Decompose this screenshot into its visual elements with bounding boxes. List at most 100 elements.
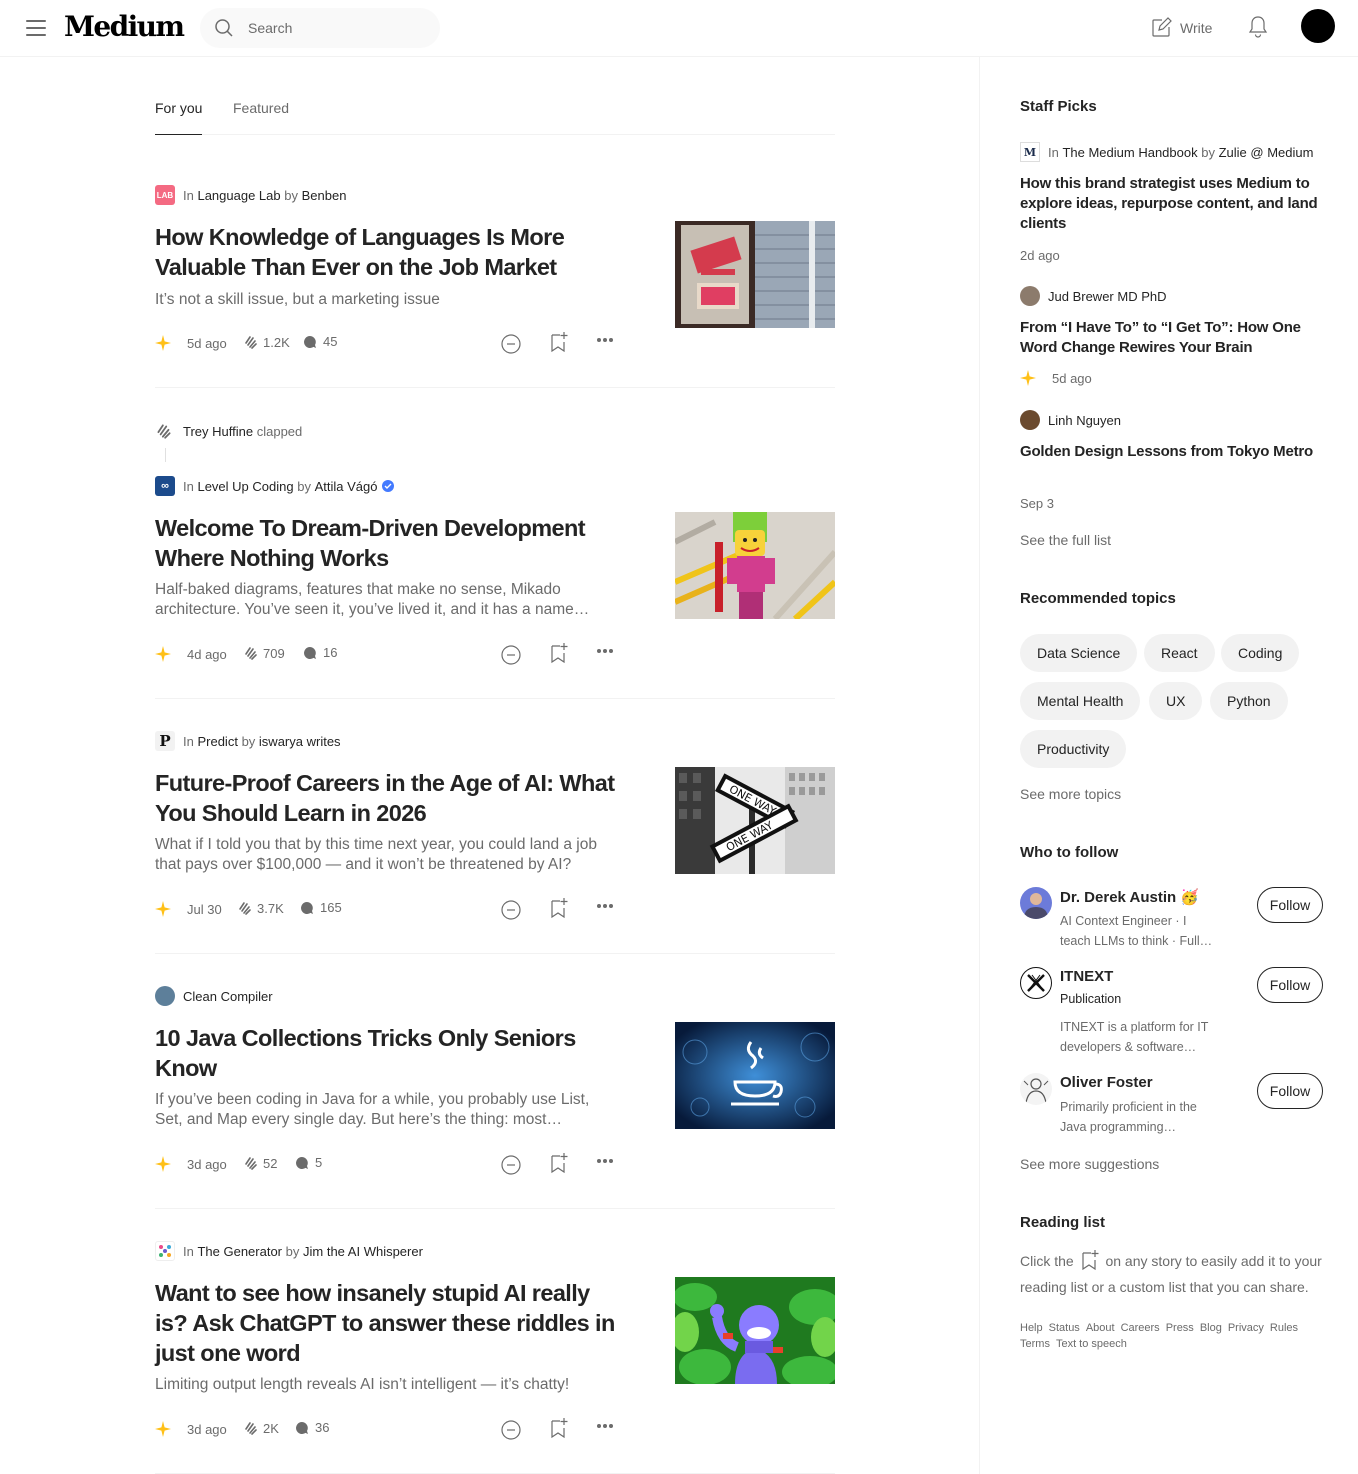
bookmark-add-icon[interactable] <box>549 897 569 919</box>
itnext-logo-icon[interactable] <box>1020 967 1052 999</box>
show-less-icon[interactable] <box>500 899 522 921</box>
clapper-name[interactable]: Trey Huffine <box>183 424 253 439</box>
footer-link-text-to-speech[interactable]: Text to speech <box>1056 1338 1127 1350</box>
footer-link-careers[interactable]: Careers <box>1121 1322 1160 1334</box>
author-name[interactable]: Zulie @ Medium <box>1219 145 1314 160</box>
footer-link-rules[interactable]: Rules <box>1270 1322 1298 1334</box>
staff-pick-title[interactable]: Golden Design Lessons from Tokyo Metro <box>1020 442 1320 462</box>
article-title[interactable]: Welcome To Dream-Driven Development Wher… <box>155 513 625 573</box>
footer-link-press[interactable]: Press <box>1166 1322 1194 1334</box>
article-meta: 3d ago 52 5 <box>155 1152 625 1176</box>
show-less-icon[interactable] <box>500 1419 522 1441</box>
follow-button[interactable]: Follow <box>1257 1073 1323 1109</box>
menu-icon[interactable] <box>26 20 46 36</box>
topic-chip[interactable]: Data Science <box>1020 634 1138 672</box>
article-subtitle[interactable]: Half-baked diagrams, features that make … <box>155 580 615 620</box>
clap-count[interactable]: 3.7K <box>237 900 284 916</box>
user-avatar[interactable] <box>1020 887 1052 919</box>
see-more-topics-link[interactable]: See more topics <box>1020 786 1121 802</box>
more-options-icon[interactable] <box>596 337 614 343</box>
see-full-list-link[interactable]: See the full list <box>1020 532 1111 548</box>
more-options-icon[interactable] <box>596 1423 614 1429</box>
more-options-icon[interactable] <box>596 648 614 654</box>
tab-featured[interactable]: Featured <box>233 100 289 135</box>
show-less-icon[interactable] <box>500 333 522 355</box>
author-name[interactable]: iswarya writes <box>259 734 341 749</box>
response-count[interactable]: 36 <box>295 1420 329 1435</box>
article-subtitle[interactable]: If you’ve been coding in Java for a whil… <box>155 1090 615 1130</box>
article-subtitle[interactable]: What if I told you that by this time nex… <box>155 835 615 875</box>
medium-logo[interactable]: Medium <box>64 10 185 43</box>
topic-chip[interactable]: Mental Health <box>1020 682 1141 720</box>
show-less-icon[interactable] <box>500 644 522 666</box>
footer-link-status[interactable]: Status <box>1049 1322 1080 1334</box>
user-avatar[interactable] <box>1020 1073 1052 1105</box>
publication-name[interactable]: The Generator <box>197 1244 282 1259</box>
write-button[interactable]: Write <box>1150 17 1212 39</box>
publication-name[interactable]: The Medium Handbook <box>1062 145 1197 160</box>
user-avatar[interactable] <box>1301 9 1335 43</box>
bookmark-add-icon[interactable] <box>549 1417 569 1439</box>
publication-logo-icon: P <box>155 731 175 751</box>
more-options-icon[interactable] <box>596 1158 614 1164</box>
follow-name[interactable]: ITNEXT <box>1060 968 1113 985</box>
article-title[interactable]: Future-Proof Careers in the Age of AI: W… <box>155 768 625 828</box>
footer-link-privacy[interactable]: Privacy <box>1228 1322 1264 1334</box>
tab-for-you[interactable]: For you <box>155 100 203 135</box>
footer-link-terms[interactable]: Terms <box>1020 1338 1050 1350</box>
article-thumbnail[interactable]: ONE WAY ONE WAY <box>675 767 835 874</box>
article-subtitle[interactable]: Limiting output length reveals AI isn’t … <box>155 1375 615 1395</box>
publication-name[interactable]: Predict <box>197 734 237 749</box>
publication-name[interactable]: Language Lab <box>197 188 280 203</box>
response-count[interactable]: 45 <box>303 334 337 349</box>
publication-name[interactable]: Level Up Coding <box>197 479 293 494</box>
more-options-icon[interactable] <box>596 903 614 909</box>
clap-count[interactable]: 2K <box>243 1420 279 1436</box>
response-value: 45 <box>323 334 338 349</box>
show-less-icon[interactable] <box>500 1154 522 1176</box>
clap-value: 1.2K <box>263 334 290 350</box>
clap-count[interactable]: 709 <box>243 645 285 661</box>
author-name[interactable]: Jim the AI Whisperer <box>303 1244 423 1259</box>
bookmark-add-icon[interactable] <box>549 642 569 664</box>
search-input[interactable] <box>248 18 428 38</box>
search-box[interactable] <box>200 8 440 48</box>
bookmark-add-icon[interactable] <box>549 331 569 353</box>
staff-pick-title[interactable]: From “I Have To” to “I Get To”: How One … <box>1020 318 1320 358</box>
topic-chip[interactable]: UX <box>1149 682 1203 720</box>
article-thumbnail[interactable] <box>675 221 835 328</box>
article-subtitle[interactable]: It’s not a skill issue, but a marketing … <box>155 290 615 310</box>
footer-link-blog[interactable]: Blog <box>1200 1322 1222 1334</box>
footer-link-about[interactable]: About <box>1086 1322 1115 1334</box>
article-thumbnail[interactable] <box>675 1277 835 1384</box>
follow-name[interactable]: Oliver Foster <box>1060 1074 1153 1091</box>
follow-button[interactable]: Follow <box>1257 967 1323 1003</box>
follow-button[interactable]: Follow <box>1257 887 1323 923</box>
article-thumbnail[interactable] <box>675 512 835 619</box>
topic-chip[interactable]: Python <box>1210 682 1288 720</box>
topic-chip[interactable]: React <box>1144 634 1215 672</box>
bookmark-add-icon[interactable] <box>549 1152 569 1174</box>
footer-link-help[interactable]: Help <box>1020 1322 1043 1334</box>
author-name[interactable]: Linh Nguyen <box>1048 413 1121 428</box>
article-title[interactable]: How Knowledge of Languages Is More Valua… <box>155 222 625 282</box>
see-more-suggestions-link[interactable]: See more suggestions <box>1020 1156 1159 1172</box>
author-name[interactable]: Attila Vágó <box>315 479 378 494</box>
article-title[interactable]: Want to see how insanely stupid AI reall… <box>155 1278 625 1368</box>
article-title[interactable]: 10 Java Collections Tricks Only Seniors … <box>155 1023 625 1083</box>
staff-pick-title[interactable]: How this brand strategist uses Medium to… <box>1020 174 1320 234</box>
author-name[interactable]: Clean Compiler <box>183 989 273 1004</box>
article-thumbnail[interactable] <box>675 1022 835 1129</box>
response-count[interactable]: 165 <box>300 900 342 915</box>
topic-chip[interactable]: Coding <box>1221 634 1300 672</box>
clap-count[interactable]: 1.2K <box>243 334 290 350</box>
topic-chip[interactable]: Productivity <box>1020 730 1127 768</box>
clap-count[interactable]: 52 <box>243 1155 277 1171</box>
response-count[interactable]: 16 <box>303 645 337 660</box>
follow-name[interactable]: Dr. Derek Austin 🥳 <box>1060 888 1199 906</box>
author-name[interactable]: Jud Brewer MD PhD <box>1048 289 1166 304</box>
response-count[interactable]: 5 <box>295 1155 322 1170</box>
response-value: 16 <box>323 645 338 660</box>
author-name[interactable]: Benben <box>302 188 347 203</box>
notifications-bell-icon[interactable] <box>1247 15 1269 44</box>
